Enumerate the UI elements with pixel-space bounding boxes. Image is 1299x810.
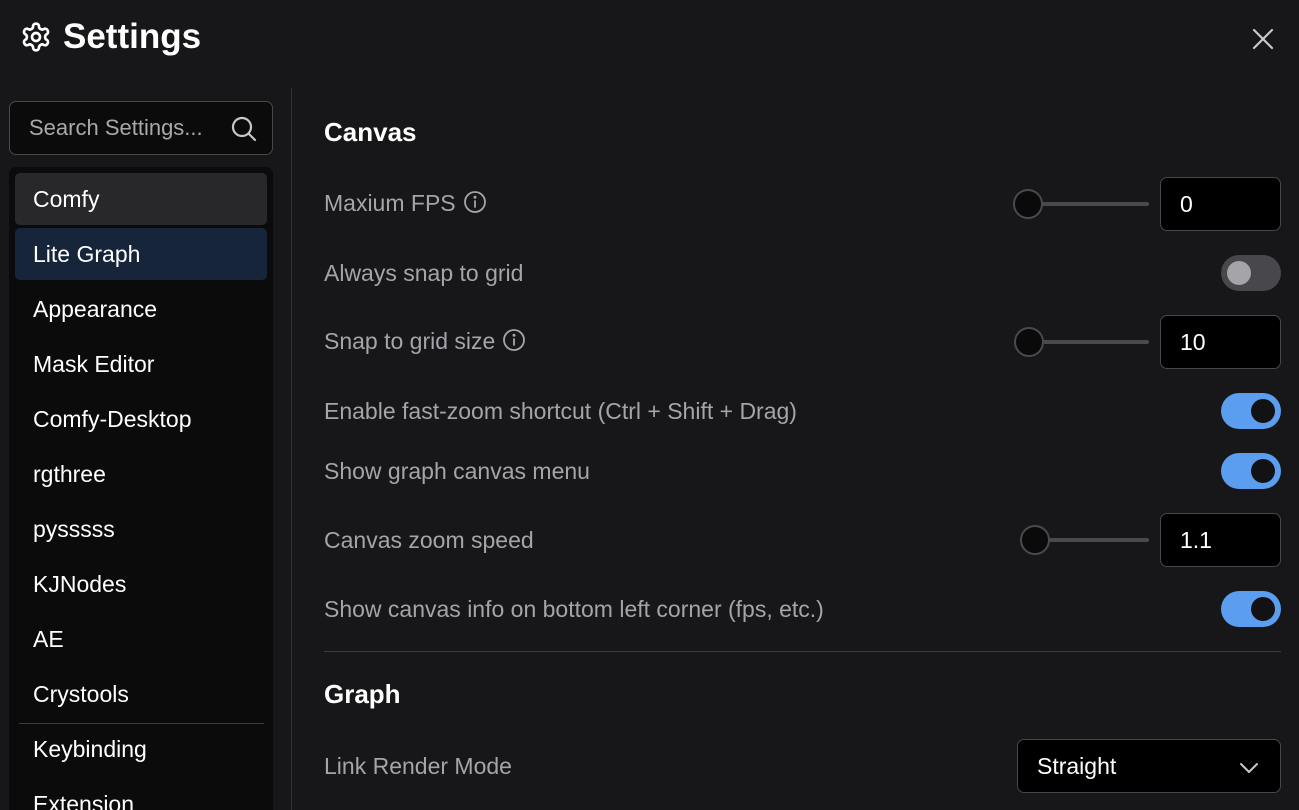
panel-divider xyxy=(291,88,292,810)
search-input[interactable] xyxy=(11,103,221,153)
setting-label-zoom-speed: Canvas zoom speed xyxy=(324,527,534,553)
select-value: Straight xyxy=(1037,753,1117,779)
sidebar-item-kjnodes[interactable]: KJNodes xyxy=(15,558,267,610)
max-fps-slider[interactable] xyxy=(1013,189,1149,219)
setting-label-link-render-mode: Link Render Mode xyxy=(324,753,512,779)
setting-label-snap-grid-size: Snap to grid size xyxy=(324,328,526,355)
dialog-header: Settings xyxy=(0,0,1299,80)
zoom-speed-input[interactable] xyxy=(1160,513,1281,567)
sidebar-item-lite-graph[interactable]: Lite Graph xyxy=(15,228,267,280)
canvas-info-toggle[interactable] xyxy=(1221,591,1281,627)
info-icon[interactable] xyxy=(463,190,487,214)
close-icon[interactable] xyxy=(1246,22,1280,56)
setting-label-max-fps: Maxium FPS xyxy=(324,190,487,217)
section-divider xyxy=(324,651,1281,652)
sidebar-item-appearance[interactable]: Appearance xyxy=(15,283,267,335)
slider-track xyxy=(1035,538,1149,542)
dialog-title: Settings xyxy=(63,17,202,56)
search-box xyxy=(9,101,273,155)
link-render-mode-select[interactable]: Straight xyxy=(1017,739,1281,793)
search-icon[interactable] xyxy=(229,114,259,144)
snap-to-grid-toggle[interactable] xyxy=(1221,255,1281,291)
settings-dialog: Settings Comfy Lite Graph Appearance Mas… xyxy=(0,0,1299,810)
section-title-canvas: Canvas xyxy=(324,117,417,147)
toggle-knob xyxy=(1251,459,1275,483)
toggle-knob xyxy=(1251,399,1275,423)
setting-label-snap-to-grid: Always snap to grid xyxy=(324,260,524,286)
settings-category-list: Comfy Lite Graph Appearance Mask Editor … xyxy=(9,167,273,810)
toggle-knob xyxy=(1251,597,1275,621)
snap-grid-size-input[interactable] xyxy=(1160,315,1281,369)
sidebar-item-ae[interactable]: AE xyxy=(15,613,267,665)
fast-zoom-toggle[interactable] xyxy=(1221,393,1281,429)
setting-label-text: Snap to grid size xyxy=(324,328,496,354)
sidebar-item-crystools[interactable]: Crystools xyxy=(15,668,267,720)
section-title-graph: Graph xyxy=(324,679,401,709)
setting-label-canvas-menu: Show graph canvas menu xyxy=(324,458,590,484)
setting-label-text: Maxium FPS xyxy=(324,190,456,216)
toggle-knob xyxy=(1227,261,1251,285)
max-fps-input[interactable] xyxy=(1160,177,1281,231)
slider-track xyxy=(1028,202,1149,206)
snap-grid-size-slider[interactable] xyxy=(1014,327,1149,357)
canvas-menu-toggle[interactable] xyxy=(1221,453,1281,489)
slider-thumb[interactable] xyxy=(1013,189,1043,219)
sidebar-item-keybinding[interactable]: Keybinding xyxy=(15,723,267,775)
slider-track xyxy=(1029,340,1149,344)
setting-label-fast-zoom: Enable fast-zoom shortcut (Ctrl + Shift … xyxy=(324,398,797,424)
zoom-speed-slider[interactable] xyxy=(1020,525,1149,555)
sidebar-item-rgthree[interactable]: rgthree xyxy=(15,448,267,500)
setting-label-canvas-info: Show canvas info on bottom left corner (… xyxy=(324,596,824,622)
sidebar-item-comfy[interactable]: Comfy xyxy=(15,173,267,225)
slider-thumb[interactable] xyxy=(1014,327,1044,357)
sidebar-item-comfy-desktop[interactable]: Comfy-Desktop xyxy=(15,393,267,445)
sidebar-item-pysssss[interactable]: pysssss xyxy=(15,503,267,555)
chevron-down-icon xyxy=(1240,763,1258,773)
info-icon[interactable] xyxy=(502,328,526,352)
gear-icon xyxy=(22,22,50,52)
sidebar-item-extension[interactable]: Extension xyxy=(15,778,267,810)
sidebar-item-mask-editor[interactable]: Mask Editor xyxy=(15,338,267,390)
slider-thumb[interactable] xyxy=(1020,525,1050,555)
